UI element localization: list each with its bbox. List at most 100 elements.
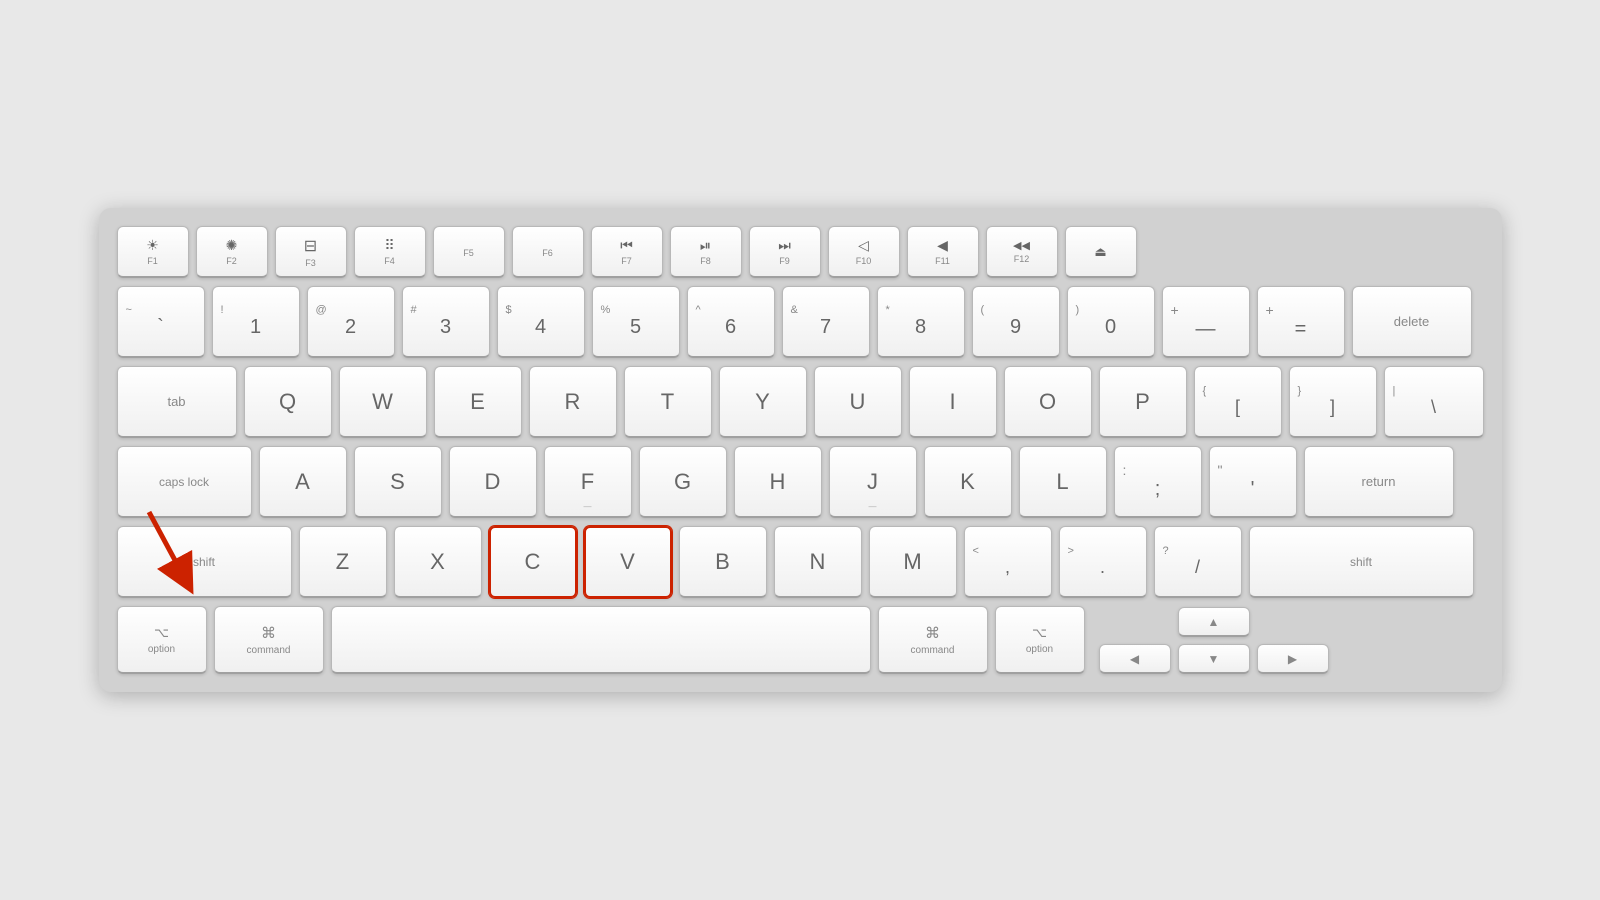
- key-f6[interactable]: F6: [512, 226, 584, 278]
- key-m[interactable]: M: [869, 526, 957, 598]
- key-v[interactable]: V: [584, 526, 672, 598]
- key-return-label: return: [1362, 474, 1396, 489]
- f10-label: F10: [856, 256, 872, 266]
- key-0[interactable]: ) 0: [1067, 286, 1155, 358]
- key-e[interactable]: E: [434, 366, 522, 438]
- key-h[interactable]: H: [734, 446, 822, 518]
- f8-label: F8: [700, 256, 711, 266]
- key-f7[interactable]: ⏮ F7: [591, 226, 663, 278]
- key-f11[interactable]: ◀ F11: [907, 226, 979, 278]
- option-left-label: option: [148, 644, 175, 655]
- key-backtick-main: `: [157, 316, 164, 339]
- key-caps-lock-label: caps lock: [159, 475, 209, 489]
- key-u[interactable]: U: [814, 366, 902, 438]
- key-3[interactable]: # 3: [402, 286, 490, 358]
- key-9-top: (: [981, 304, 985, 316]
- key-9[interactable]: ( 9: [972, 286, 1060, 358]
- key-f-sublabel: —: [584, 502, 592, 511]
- f5-label: F5: [463, 248, 474, 258]
- key-b[interactable]: B: [679, 526, 767, 598]
- key-power[interactable]: ⏏: [1065, 226, 1137, 278]
- key-f1[interactable]: ☀ F1: [117, 226, 189, 278]
- key-f3[interactable]: ⊟ F3: [275, 226, 347, 278]
- key-a[interactable]: A: [259, 446, 347, 518]
- key-delete-label: delete: [1394, 314, 1429, 329]
- key-quote[interactable]: " ': [1209, 446, 1297, 518]
- key-f[interactable]: F —: [544, 446, 632, 518]
- key-7[interactable]: & 7: [782, 286, 870, 358]
- key-open-bracket-top: {: [1203, 385, 1207, 397]
- key-2[interactable]: @ 2: [307, 286, 395, 358]
- key-3-top: #: [411, 304, 417, 316]
- key-z[interactable]: Z: [299, 526, 387, 598]
- arrow-up-icon: ▲: [1208, 615, 1220, 629]
- command-left-label: command: [247, 645, 291, 656]
- key-slash[interactable]: ? /: [1154, 526, 1242, 598]
- key-delete[interactable]: delete: [1352, 286, 1472, 358]
- key-slash-top: ?: [1163, 545, 1169, 557]
- key-f2[interactable]: ✺ F2: [196, 226, 268, 278]
- key-o[interactable]: O: [1004, 366, 1092, 438]
- key-d[interactable]: D: [449, 446, 537, 518]
- key-8-main: 8: [915, 316, 926, 339]
- key-6[interactable]: ^ 6: [687, 286, 775, 358]
- key-j[interactable]: J —: [829, 446, 917, 518]
- key-w[interactable]: W: [339, 366, 427, 438]
- key-r[interactable]: R: [529, 366, 617, 438]
- key-f8[interactable]: ⏯ F8: [670, 226, 742, 278]
- key-arrow-up[interactable]: ▲: [1178, 607, 1250, 637]
- key-t[interactable]: T: [624, 366, 712, 438]
- key-f12[interactable]: ◀◀ F12: [986, 226, 1058, 278]
- key-arrow-left[interactable]: ◀: [1099, 644, 1171, 674]
- key-1-top: !: [221, 304, 224, 316]
- key-3-main: 3: [440, 316, 451, 339]
- key-option-right[interactable]: ⌥ option: [995, 606, 1085, 674]
- key-c[interactable]: C: [489, 526, 577, 598]
- key-k[interactable]: K: [924, 446, 1012, 518]
- key-4[interactable]: $ 4: [497, 286, 585, 358]
- fast-forward-icon: ⏭: [778, 237, 791, 254]
- key-8[interactable]: * 8: [877, 286, 965, 358]
- key-semicolon[interactable]: : ;: [1114, 446, 1202, 518]
- key-n[interactable]: N: [774, 526, 862, 598]
- key-arrow-down[interactable]: ▼: [1178, 644, 1250, 674]
- key-5-main: 5: [630, 316, 641, 339]
- key-open-bracket[interactable]: { [: [1194, 366, 1282, 438]
- number-row: ~ ` ! 1 @ 2 # 3 $ 4 % 5 ^ 6 & 7: [117, 286, 1484, 358]
- key-caps-lock[interactable]: caps lock: [117, 446, 252, 518]
- key-shift-left[interactable]: shift: [117, 526, 292, 598]
- key-0-top: ): [1076, 304, 1080, 316]
- key-period[interactable]: > .: [1059, 526, 1147, 598]
- key-return[interactable]: return: [1304, 446, 1454, 518]
- key-1[interactable]: ! 1: [212, 286, 300, 358]
- key-7-top: &: [791, 304, 798, 316]
- key-shift-right[interactable]: shift: [1249, 526, 1474, 598]
- key-equals[interactable]: + =: [1257, 286, 1345, 358]
- key-y[interactable]: Y: [719, 366, 807, 438]
- key-l[interactable]: L: [1019, 446, 1107, 518]
- key-comma[interactable]: < ,: [964, 526, 1052, 598]
- key-close-bracket[interactable]: } ]: [1289, 366, 1377, 438]
- key-arrow-right[interactable]: ▶: [1257, 644, 1329, 674]
- key-command-right[interactable]: ⌘ command: [878, 606, 988, 674]
- key-p[interactable]: P: [1099, 366, 1187, 438]
- key-x[interactable]: X: [394, 526, 482, 598]
- key-f4[interactable]: ⠿ F4: [354, 226, 426, 278]
- key-command-left[interactable]: ⌘ command: [214, 606, 324, 674]
- launchpad-icon: ⠿: [384, 237, 394, 254]
- key-shift-right-label: shift: [1350, 555, 1372, 569]
- key-backtick[interactable]: ~ `: [117, 286, 205, 358]
- key-5[interactable]: % 5: [592, 286, 680, 358]
- key-g[interactable]: G: [639, 446, 727, 518]
- key-space[interactable]: [331, 606, 871, 674]
- key-tab[interactable]: tab: [117, 366, 237, 438]
- key-f10[interactable]: ◁ F10: [828, 226, 900, 278]
- key-backslash[interactable]: | \: [1384, 366, 1484, 438]
- key-f9[interactable]: ⏭ F9: [749, 226, 821, 278]
- key-q[interactable]: Q: [244, 366, 332, 438]
- key-s[interactable]: S: [354, 446, 442, 518]
- key-i[interactable]: I: [909, 366, 997, 438]
- key-f5[interactable]: F5: [433, 226, 505, 278]
- key-minus[interactable]: + —: [1162, 286, 1250, 358]
- key-option-left[interactable]: ⌥ option: [117, 606, 207, 674]
